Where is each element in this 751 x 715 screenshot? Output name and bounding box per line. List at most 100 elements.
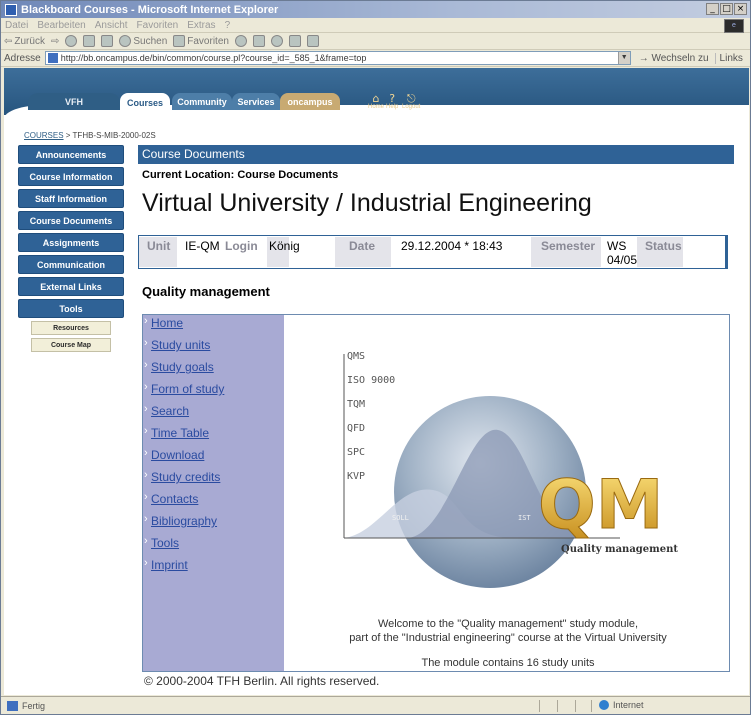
mail-icon: [252, 35, 265, 47]
tab-services[interactable]: Services: [232, 93, 280, 110]
qm-graphic: QMS ISO 9000 TQM QFD SPC KVP SOLL IST QM…: [343, 351, 678, 588]
login-label: Login: [225, 239, 258, 253]
blackboard-header: VFH Courses Community Services oncampus …: [4, 68, 749, 121]
menu-view[interactable]: Ansicht: [95, 20, 128, 31]
back-button[interactable]: ⇦ Zurück: [4, 36, 45, 47]
stop-icon: [65, 35, 78, 47]
semester-value-1: WS: [607, 239, 627, 253]
history-button[interactable]: [234, 35, 247, 47]
address-dropdown-icon[interactable]: ▼: [617, 52, 630, 64]
menu-edit[interactable]: Bearbeiten: [37, 20, 85, 31]
module-link-imprint[interactable]: Imprint: [144, 557, 188, 572]
tab-courses[interactable]: Courses: [120, 93, 170, 113]
breadcrumb-separator: >: [65, 131, 71, 140]
title-bar: Blackboard Courses - Microsoft Internet …: [1, 1, 750, 18]
print-icon: [270, 35, 283, 47]
nav-external-links[interactable]: External Links: [18, 277, 124, 296]
close-button[interactable]: ×: [734, 3, 747, 15]
address-label: Adresse: [4, 52, 41, 64]
nav-course-map[interactable]: Course Map: [31, 338, 111, 352]
go-button[interactable]: → Wechseln zu: [639, 53, 709, 64]
breadcrumb-courses[interactable]: COURSES: [24, 131, 64, 140]
minimize-button[interactable]: _: [706, 3, 719, 15]
nav-course-information[interactable]: Course Information: [18, 167, 124, 186]
favorites-button[interactable]: Favoriten: [173, 35, 229, 47]
window-title: Blackboard Courses - Microsoft Internet …: [21, 3, 279, 16]
forward-button[interactable]: ⇨: [51, 36, 59, 47]
module-link-tools[interactable]: Tools: [144, 535, 179, 550]
help-icon: ?: [389, 92, 396, 105]
window-controls: _ □ ×: [706, 3, 747, 15]
module-link-study-goals[interactable]: Study goals: [144, 359, 214, 374]
module-link-contacts[interactable]: Contacts: [144, 491, 198, 506]
discuss-icon: [306, 35, 319, 47]
menu-file[interactable]: Datei: [5, 20, 28, 31]
search-button[interactable]: Suchen: [119, 35, 167, 47]
module-link-download[interactable]: Download: [144, 447, 204, 462]
module-link-time-table[interactable]: Time Table: [144, 425, 209, 440]
home-icon: [101, 35, 114, 47]
links-button[interactable]: Links: [714, 52, 743, 64]
semester-value-2: 04/05: [607, 253, 638, 267]
module-link-study-credits[interactable]: Study credits: [144, 469, 220, 484]
discuss-button[interactable]: [306, 35, 319, 47]
tab-vfh[interactable]: VFH: [28, 93, 120, 110]
nav-communication[interactable]: Communication: [18, 255, 124, 274]
back-arrow-icon: ⇦: [4, 35, 13, 47]
menu-help[interactable]: ?: [225, 20, 231, 31]
nav-staff-information[interactable]: Staff Information: [18, 189, 124, 208]
mail-button[interactable]: [252, 35, 265, 47]
course-menu: Announcements Course Information Staff I…: [18, 145, 124, 355]
welcome-line-2: part of the "Industrial engineering" cou…: [349, 632, 667, 644]
ie-logo-icon: e: [724, 19, 744, 33]
module-title: Quality management: [142, 284, 270, 299]
login-value: König: [269, 239, 300, 253]
web-page: VFH Courses Community Services oncampus …: [4, 68, 749, 695]
nav-course-documents[interactable]: Course Documents: [18, 211, 124, 230]
nav-tools[interactable]: Tools: [18, 299, 124, 318]
date-label: Date: [349, 239, 376, 253]
date-value: 29.12.2004 * 18:43: [401, 239, 503, 253]
maximize-button[interactable]: □: [720, 3, 733, 15]
module-link-form-of-study[interactable]: Form of study: [144, 381, 224, 396]
module-link-bibliography[interactable]: Bibliography: [144, 513, 217, 528]
toolbar: ⇦ Zurück ⇨ Suchen Favoriten: [1, 33, 750, 50]
help-link[interactable]: ? Help: [386, 93, 398, 110]
qm-caption: Quality management: [561, 544, 678, 555]
module-link-home[interactable]: Home: [144, 315, 183, 330]
axis-label-tqm: TQM: [347, 399, 365, 410]
home-link[interactable]: ⌂ Home: [368, 93, 384, 110]
module-link-study-units[interactable]: Study units: [144, 337, 210, 352]
security-zone: Internet: [599, 700, 644, 710]
module-nav: Home Study units Study goals Form of stu…: [143, 315, 284, 671]
copyright: © 2000-2004 TFH Berlin. All rights reser…: [144, 674, 380, 688]
tab-community[interactable]: Community: [172, 93, 232, 110]
status-label: Status: [645, 239, 682, 253]
nav-resources[interactable]: Resources: [31, 321, 111, 335]
tab-oncampus[interactable]: oncampus: [280, 93, 340, 110]
address-input[interactable]: http://bb.oncampus.de/bin/common/course.…: [44, 51, 631, 65]
favorites-icon: [173, 35, 186, 47]
globe-icon: [599, 700, 609, 710]
unit-value: IE-QM: [185, 239, 220, 253]
menu-favorites[interactable]: Favoriten: [137, 20, 179, 31]
stop-button[interactable]: [65, 35, 78, 47]
edit-button[interactable]: [288, 35, 301, 47]
status-bar: Fertig Internet: [1, 696, 750, 714]
refresh-button[interactable]: [83, 35, 96, 47]
module-link-search[interactable]: Search: [144, 403, 189, 418]
page-status-icon: [7, 700, 18, 711]
breadcrumb: COURSES > TFHB-S-MIB-2000-02S: [24, 131, 156, 140]
nav-announcements[interactable]: Announcements: [18, 145, 124, 164]
logout-link[interactable]: ⎋ Logout: [402, 93, 420, 110]
breadcrumb-current: TFHB-S-MIB-2000-02S: [72, 131, 156, 140]
home-button[interactable]: [101, 35, 114, 47]
forward-arrow-icon: ⇨: [50, 35, 60, 47]
axis-label-spc: SPC: [347, 447, 365, 458]
address-bar: Adresse http://bb.oncampus.de/bin/common…: [1, 50, 750, 67]
logout-icon: ⎋: [406, 92, 416, 105]
print-button[interactable]: [270, 35, 283, 47]
qm-logo: QM: [538, 466, 663, 545]
nav-assignments[interactable]: Assignments: [18, 233, 124, 252]
menu-tools[interactable]: Extras: [187, 20, 215, 31]
